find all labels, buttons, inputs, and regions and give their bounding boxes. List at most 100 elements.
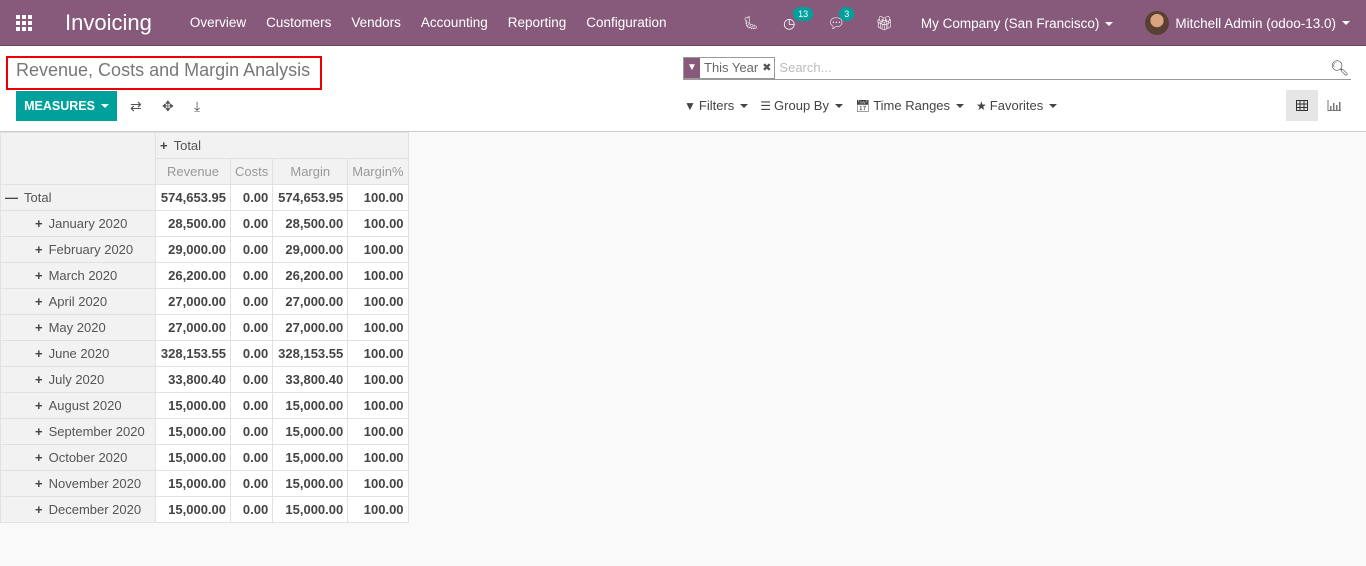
filters-dropdown[interactable]: ▼ Filters bbox=[684, 98, 749, 113]
filters-label: Filters bbox=[698, 98, 735, 113]
measure-header-revenue[interactable]: Revenue bbox=[155, 158, 231, 185]
plus-icon: + bbox=[35, 268, 43, 283]
table-row: + October 2020 15,000.00 0.00 15,000.00 100.0… bbox=[0, 444, 409, 471]
row-header[interactable]: + June 2020 bbox=[0, 340, 156, 367]
row-header[interactable]: + April 2020 bbox=[0, 288, 156, 315]
calendar-icon: 📅︎ bbox=[854, 98, 871, 113]
measures-button[interactable]: MEASURES bbox=[16, 91, 117, 121]
measure-header-costs[interactable]: Costs bbox=[229, 158, 274, 185]
menu-customers[interactable]: Customers bbox=[266, 15, 331, 30]
cell-costs: 0.00 bbox=[229, 262, 274, 289]
app-name[interactable]: Invoicing bbox=[65, 10, 152, 36]
table-row: + April 2020 27,000.00 0.00 27,000.00 100.00 bbox=[0, 288, 409, 315]
search-input[interactable] bbox=[779, 60, 1330, 75]
col-header-total[interactable]: + Total bbox=[155, 132, 409, 159]
pivot-view-button[interactable] bbox=[1286, 90, 1318, 121]
cell-margin-pct: 100.00 bbox=[347, 366, 409, 393]
cell-revenue: 15,000.00 bbox=[155, 418, 231, 445]
row-header[interactable]: + December 2020 bbox=[0, 496, 156, 523]
row-header[interactable]: + January 2020 bbox=[0, 210, 156, 237]
row-header[interactable]: + October 2020 bbox=[0, 444, 156, 471]
caret-down-icon bbox=[1342, 21, 1350, 25]
row-header[interactable]: + February 2020 bbox=[0, 236, 156, 263]
search-icon[interactable]: 🔍︎ bbox=[1330, 59, 1349, 77]
cell-costs: 0.00 bbox=[229, 340, 274, 367]
control-panel: Revenue, Costs and Margin Analysis MEASU… bbox=[0, 46, 1366, 132]
row-label: Total bbox=[24, 190, 52, 205]
cell-costs: 0.00 bbox=[229, 184, 274, 211]
cell-revenue: 29,000.00 bbox=[155, 236, 231, 263]
flip-axis-icon[interactable]: ⇄ bbox=[130, 98, 142, 115]
row-header[interactable]: + July 2020 bbox=[0, 366, 156, 393]
minus-icon: — bbox=[5, 190, 18, 205]
plus-icon: + bbox=[35, 320, 43, 335]
cell-margin: 15,000.00 bbox=[272, 444, 349, 471]
group-by-dropdown[interactable]: ☰ Group By bbox=[760, 98, 843, 113]
caret-down-icon bbox=[740, 103, 749, 108]
cell-costs: 0.00 bbox=[229, 314, 274, 341]
row-label: July 2020 bbox=[48, 372, 105, 387]
filter-icon: ▼ bbox=[684, 98, 696, 113]
time-ranges-label: Time Ranges bbox=[873, 98, 951, 113]
menu-accounting[interactable]: Accounting bbox=[421, 15, 488, 30]
gift-icon[interactable]: 🎁︎ bbox=[875, 15, 893, 32]
cell-margin: 15,000.00 bbox=[272, 470, 349, 497]
company-switcher[interactable]: My Company (San Francisco) bbox=[921, 16, 1114, 31]
cell-revenue: 33,800.40 bbox=[155, 366, 231, 393]
search-facet: ▼ This Year ✖ bbox=[683, 56, 776, 79]
expand-all-icon[interactable]: ✥ bbox=[162, 98, 174, 115]
row-header[interactable]: + May 2020 bbox=[0, 314, 156, 341]
apps-menu-icon[interactable] bbox=[16, 14, 34, 31]
page-title: Revenue, Costs and Margin Analysis bbox=[16, 60, 311, 80]
plus-icon: + bbox=[35, 294, 43, 309]
cell-costs: 0.00 bbox=[229, 470, 274, 497]
activity-clock-icon[interactable]: ◷ 13 bbox=[783, 6, 814, 32]
cell-margin: 27,000.00 bbox=[272, 314, 349, 341]
plus-icon: + bbox=[35, 424, 43, 439]
row-label: December 2020 bbox=[48, 502, 142, 517]
favorites-dropdown[interactable]: ★ Favorites bbox=[976, 98, 1058, 113]
user-menu[interactable]: Mitchell Admin (odoo-13.0) bbox=[1145, 11, 1350, 35]
cell-revenue: 15,000.00 bbox=[155, 496, 231, 523]
table-row: + February 2020 29,000.00 0.00 29,000.00 100.… bbox=[0, 236, 409, 263]
caret-down-icon bbox=[956, 103, 965, 108]
cell-costs: 0.00 bbox=[229, 288, 274, 315]
row-header[interactable]: + August 2020 bbox=[0, 392, 156, 419]
cell-margin: 33,800.40 bbox=[272, 366, 349, 393]
row-header[interactable]: + November 2020 bbox=[0, 470, 156, 497]
cell-revenue: 574,653.95 bbox=[155, 184, 231, 211]
menu-overview[interactable]: Overview bbox=[190, 15, 246, 30]
cell-margin: 15,000.00 bbox=[272, 496, 349, 523]
table-row: + July 2020 33,800.40 0.00 33,800.40 100.00 bbox=[0, 366, 409, 393]
plus-icon: + bbox=[35, 372, 43, 387]
row-label: June 2020 bbox=[48, 346, 110, 361]
plus-icon: + bbox=[35, 502, 43, 517]
row-label: March 2020 bbox=[48, 268, 118, 283]
cell-costs: 0.00 bbox=[229, 444, 274, 471]
menu-configuration[interactable]: Configuration bbox=[586, 15, 666, 30]
cell-revenue: 28,500.00 bbox=[155, 210, 231, 237]
table-row: + September 2020 15,000.00 0.00 15,000.00 100… bbox=[0, 418, 409, 445]
row-header[interactable]: + September 2020 bbox=[0, 418, 156, 445]
row-header[interactable]: + March 2020 bbox=[0, 262, 156, 289]
plus-icon: + bbox=[35, 346, 43, 361]
user-name: Mitchell Admin (odoo-13.0) bbox=[1175, 15, 1336, 31]
search-options: ▼ Filters ☰ Group By 📅︎ Time Ranges ★ Fa… bbox=[684, 98, 1069, 113]
cell-revenue: 27,000.00 bbox=[155, 288, 231, 315]
time-ranges-dropdown[interactable]: 📅︎ Time Ranges bbox=[854, 98, 965, 113]
measure-header-margin-pct[interactable]: Margin% bbox=[347, 158, 409, 185]
menu-vendors[interactable]: Vendors bbox=[351, 15, 401, 30]
menu-reporting[interactable]: Reporting bbox=[508, 15, 567, 30]
debug-bug-icon[interactable]: 🐛︎ bbox=[743, 15, 760, 31]
row-header-total[interactable]: — Total bbox=[0, 184, 156, 211]
download-icon[interactable]: ⤓ bbox=[194, 98, 200, 115]
plus-icon: + bbox=[35, 242, 43, 257]
plus-icon: + bbox=[160, 138, 168, 153]
graph-view-button[interactable] bbox=[1318, 90, 1350, 121]
systray: 🐛︎ ◷ 13 💬︎ 3 🎁︎ My Company (San Francisc… bbox=[743, 0, 1366, 46]
measure-header-margin[interactable]: Margin bbox=[272, 158, 349, 185]
messages-comments-icon[interactable]: 💬︎ 3 bbox=[827, 6, 855, 32]
remove-facet-icon[interactable]: ✖ bbox=[762, 61, 774, 74]
cell-costs: 0.00 bbox=[229, 418, 274, 445]
cell-revenue: 26,200.00 bbox=[155, 262, 231, 289]
